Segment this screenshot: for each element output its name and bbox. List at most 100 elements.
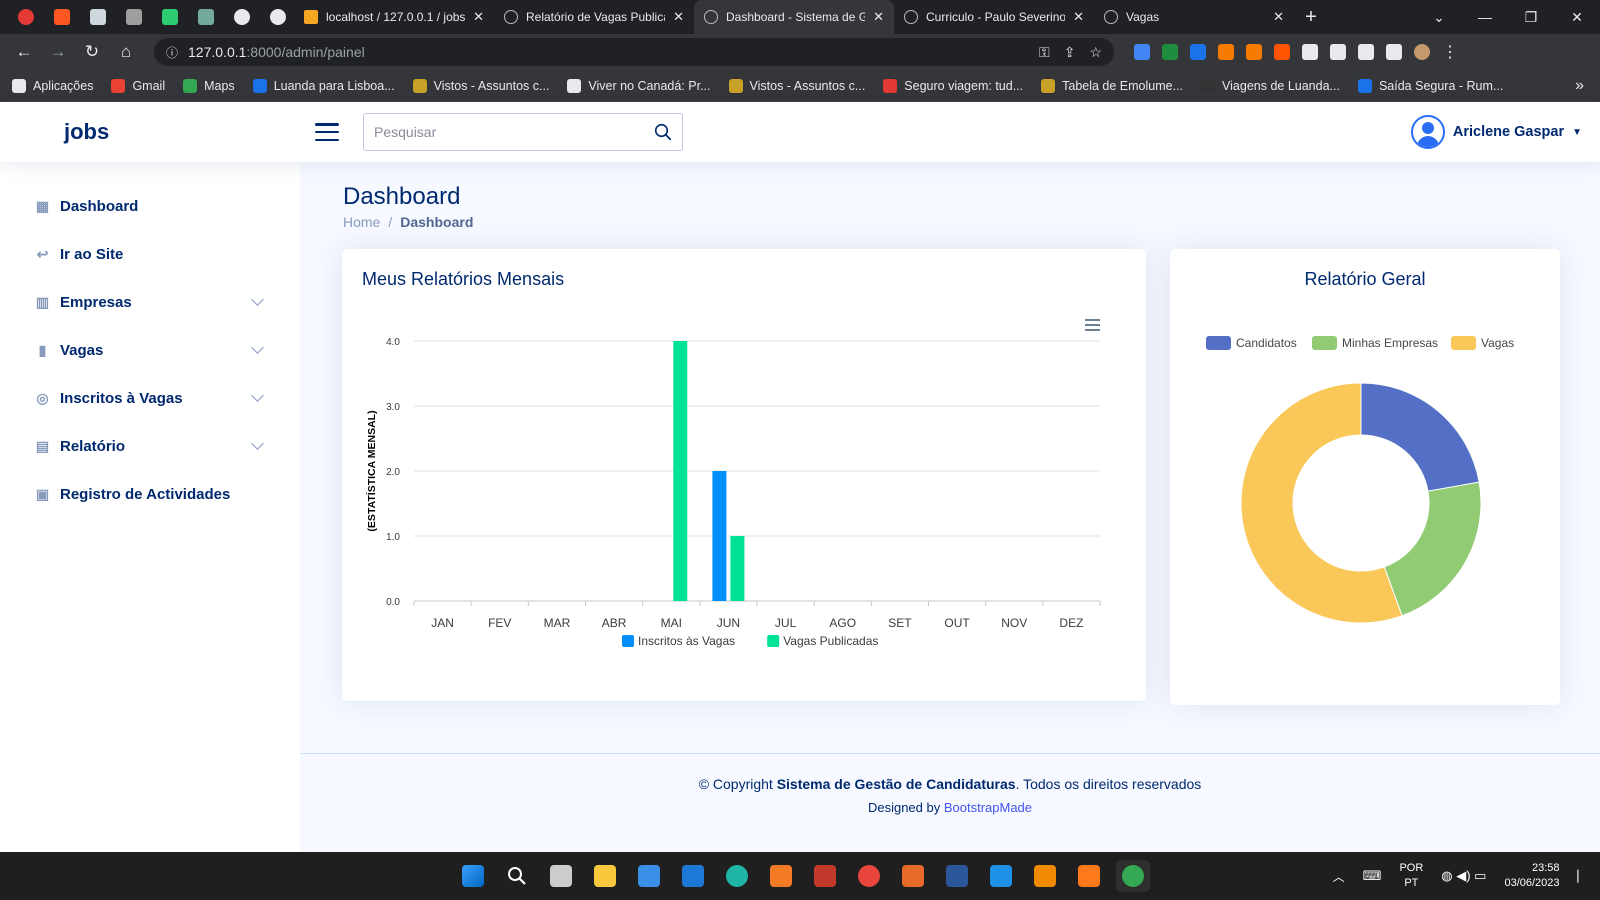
- address-bar[interactable]: ⓘ 127.0.0.1:8000/admin/painel ⚿ ⇪ ☆: [154, 38, 1114, 66]
- browser-tab[interactable]: Relatório de Vagas Publicadas ✕: [494, 0, 694, 34]
- start-button[interactable]: [456, 860, 490, 892]
- more-bookmarks-icon[interactable]: »: [1575, 77, 1584, 95]
- new-tab-button[interactable]: +: [1294, 6, 1328, 29]
- sidebar-item-ir-ao-site[interactable]: ↩ Ir ao Site: [0, 230, 300, 278]
- chevron-down-icon[interactable]: [251, 437, 264, 450]
- bookmark-item[interactable]: Viver no Canadá: Pr...: [567, 78, 711, 93]
- network-icon[interactable]: ◍ ◀) ▭: [1441, 868, 1486, 884]
- pinned-tab[interactable]: [262, 3, 294, 31]
- bookmark-star-icon[interactable]: ☆: [1089, 44, 1102, 61]
- key-icon[interactable]: ⚿: [1039, 44, 1050, 61]
- browser-tab[interactable]: Curriculo - Paulo Severino ✕: [894, 0, 1094, 34]
- close-tab-icon[interactable]: ✕: [1273, 9, 1284, 25]
- bookmark-item[interactable]: Saída Segura - Rum...: [1357, 78, 1503, 93]
- browser-tab-active[interactable]: Dashboard - Sistema de Gestão ✕: [694, 0, 894, 34]
- logo[interactable]: jobs: [64, 119, 264, 145]
- close-tab-icon[interactable]: ✕: [873, 9, 884, 25]
- sidepanel-icon[interactable]: [1386, 44, 1402, 60]
- screenshot-extension-icon[interactable]: [1162, 44, 1178, 60]
- pinned-tab[interactable]: [226, 3, 258, 31]
- tab-search-icon[interactable]: ⌄: [1416, 0, 1462, 34]
- legend-label[interactable]: Minhas Empresas: [1342, 336, 1438, 350]
- bookmark-item[interactable]: Luanda para Lisboa...: [252, 78, 395, 93]
- word-icon[interactable]: [940, 860, 974, 892]
- bookmark-item[interactable]: Vistos - Assuntos c...: [412, 78, 549, 93]
- pinned-tab[interactable]: [190, 3, 222, 31]
- site-info-icon[interactable]: ⓘ: [166, 44, 178, 61]
- bookmark-item[interactable]: Tabela de Emolume...: [1041, 78, 1183, 93]
- close-tab-icon[interactable]: ✕: [1073, 9, 1084, 25]
- extension-icon[interactable]: [1246, 44, 1262, 60]
- new-extension-icon[interactable]: [1190, 44, 1206, 60]
- menu-kebab-icon[interactable]: ⋮: [1442, 42, 1458, 62]
- bookmark-item[interactable]: Aplicações: [12, 78, 93, 93]
- bookmark-item[interactable]: Maps: [183, 78, 235, 93]
- sidebar-item-registro-de-actividades[interactable]: ▣ Registro de Actividades: [0, 470, 300, 518]
- extension-icon[interactable]: [1302, 44, 1318, 60]
- download-extension-icon[interactable]: [1218, 44, 1234, 60]
- bookmark-item[interactable]: Gmail: [111, 78, 165, 93]
- sidebar-item-inscritos-à-vagas[interactable]: ◎ Inscritos à Vagas: [0, 374, 300, 422]
- chevron-down-icon[interactable]: [251, 341, 264, 354]
- search-icon[interactable]: [500, 860, 534, 892]
- sidebar-item-dashboard[interactable]: ▦ Dashboard: [0, 182, 300, 230]
- legend-label[interactable]: Vagas Publicadas: [783, 634, 878, 648]
- task-view-icon[interactable]: [544, 860, 578, 892]
- legend-label[interactable]: Inscritos às Vagas: [638, 634, 735, 648]
- sidebar-item-relatório[interactable]: ▤ Relatório: [0, 422, 300, 470]
- mail-icon[interactable]: [676, 860, 710, 892]
- bar-vagas-publicadas-jun[interactable]: [730, 536, 745, 601]
- chrome-profile-icon[interactable]: [1116, 860, 1150, 892]
- minimize-button[interactable]: —: [1462, 0, 1508, 34]
- file-explorer-icon[interactable]: [588, 860, 622, 892]
- vlc-icon[interactable]: [1028, 860, 1062, 892]
- close-tab-icon[interactable]: ✕: [473, 9, 484, 25]
- pinned-tab[interactable]: [82, 3, 114, 31]
- restore-button[interactable]: ❐: [1508, 0, 1554, 34]
- pinned-tab[interactable]: [46, 3, 78, 31]
- slice-minhas-empresas[interactable]: [1383, 481, 1482, 617]
- sublime-icon[interactable]: [1072, 860, 1106, 892]
- pinned-tab[interactable]: [154, 3, 186, 31]
- chevron-down-icon[interactable]: [251, 389, 264, 402]
- profile-avatar[interactable]: [1414, 44, 1430, 60]
- user-menu[interactable]: Ariclene Gaspar ▼: [1410, 115, 1582, 149]
- legend-label[interactable]: Candidatos: [1236, 336, 1297, 350]
- keyboard-icon[interactable]: ⌨: [1363, 868, 1382, 884]
- clock[interactable]: 23:58 03/06/2023: [1504, 861, 1559, 891]
- soundcloud-extension-icon[interactable]: [1274, 44, 1290, 60]
- menu-toggle-icon[interactable]: [315, 123, 339, 141]
- search-input[interactable]: [374, 124, 654, 140]
- notification-icon[interactable]: ▏: [1578, 870, 1586, 883]
- forward-button[interactable]: →: [44, 38, 72, 66]
- slice-candidatos[interactable]: [1360, 382, 1480, 492]
- close-window-button[interactable]: ✕: [1554, 0, 1600, 34]
- media-player-icon[interactable]: [896, 860, 930, 892]
- bookmark-item[interactable]: Vistos - Assuntos c...: [728, 78, 865, 93]
- breadcrumb-home[interactable]: Home: [343, 214, 380, 230]
- vscode-icon[interactable]: [984, 860, 1018, 892]
- browser-tab[interactable]: localhost / 127.0.0.1 / jobs ✕: [294, 0, 494, 34]
- pinned-tab[interactable]: [118, 3, 150, 31]
- puzzle-icon[interactable]: [1358, 44, 1374, 60]
- bar-vagas-publicadas-mai[interactable]: [673, 341, 688, 601]
- edge-icon[interactable]: [720, 860, 754, 892]
- back-button[interactable]: ←: [10, 38, 38, 66]
- chevron-down-icon[interactable]: [251, 293, 264, 306]
- chart-menu-icon[interactable]: [1085, 319, 1100, 331]
- pinned-tab[interactable]: [10, 3, 42, 31]
- legend-label[interactable]: Vagas: [1481, 336, 1514, 350]
- reload-button[interactable]: ↻: [78, 38, 106, 66]
- sidebar-item-empresas[interactable]: ▥ Empresas: [0, 278, 300, 326]
- share-icon[interactable]: ⇪: [1064, 44, 1076, 61]
- close-tab-icon[interactable]: ✕: [673, 9, 684, 25]
- bar-inscritos-às-vagas-jun[interactable]: [712, 471, 727, 601]
- browser-tab[interactable]: Vagas ✕: [1094, 0, 1294, 34]
- bookmark-item[interactable]: Seguro viagem: tud...: [883, 78, 1023, 93]
- store-icon[interactable]: [632, 860, 666, 892]
- designer-link[interactable]: BootstrapMade: [944, 800, 1032, 815]
- bookmark-item[interactable]: Viagens de Luanda...: [1201, 78, 1340, 93]
- app-icon[interactable]: [808, 860, 842, 892]
- chevron-up-icon[interactable]: ︿: [1333, 868, 1345, 885]
- xampp-icon[interactable]: [764, 860, 798, 892]
